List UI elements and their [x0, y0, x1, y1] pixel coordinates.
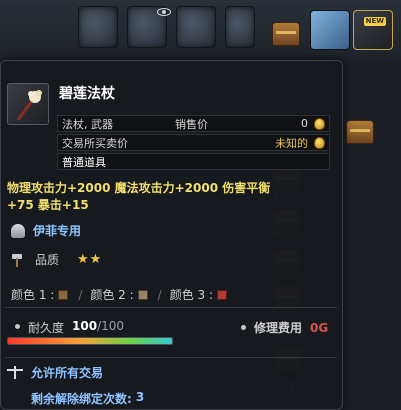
item-grade-row: 普通道具: [57, 153, 330, 170]
item-grade: 普通道具: [62, 155, 106, 169]
staff-icon: [7, 83, 49, 125]
divider: [5, 307, 337, 308]
trade-label: 允许所有交易: [31, 366, 104, 380]
color3-label: 颜色 3 :: [169, 288, 214, 302]
inventory-slot[interactable]: [78, 6, 118, 48]
color1-label: 颜色 1 :: [11, 288, 55, 302]
exclusive-label: 伊菲专用: [33, 224, 82, 238]
color2-swatch: [137, 289, 148, 300]
dye-colors-row: 颜色 1 : / 颜色 2 : / 颜色 3 :: [11, 286, 237, 303]
durability-bar: [7, 337, 173, 345]
gold-coin-icon: [314, 117, 325, 130]
color3-swatch: [217, 289, 228, 300]
color1-swatch: [58, 289, 69, 300]
divider: [5, 357, 337, 358]
separator: /: [157, 287, 162, 302]
unbind-value: 3: [135, 390, 145, 404]
item-type-row: 法杖, 武器 销售价 0: [57, 115, 330, 132]
exchange-price-label: 交易所买卖价: [62, 136, 128, 150]
quality-row: 品质 ★★: [11, 251, 102, 268]
unbind-label: 剩余解除绑定次数:: [31, 392, 132, 406]
durability-bar-fill: [8, 338, 172, 344]
durability-amount: 100/100: [72, 319, 124, 336]
item-name: 碧莲法杖: [59, 86, 115, 102]
durability-max: /100: [97, 319, 125, 333]
new-badge: NEW: [363, 17, 386, 26]
item-tooltip: 碧莲法杖 法杖, 武器 销售价 0 交易所买卖价 未知的 普通道具 物理攻击力+…: [0, 60, 343, 410]
chest-icon[interactable]: [272, 22, 300, 46]
helmet-icon: [11, 223, 25, 238]
chest-icon[interactable]: [346, 120, 374, 144]
quality-stars: ★★: [77, 252, 103, 267]
sell-price-value: 0: [301, 117, 308, 130]
item-type: 法杖, 武器: [62, 117, 113, 131]
hammer-icon: [11, 253, 27, 267]
inventory-slot[interactable]: [176, 6, 216, 48]
repair-cost-label: 修理费用: [254, 321, 303, 335]
unbind-row: 剩余解除绑定次数: 3: [31, 390, 144, 407]
bullet-icon: [241, 325, 246, 330]
color2-label: 颜色 2 :: [90, 288, 134, 302]
scale-icon: [7, 365, 23, 380]
quality-label: 品质: [35, 253, 60, 267]
gold-coin-icon: [314, 136, 325, 149]
durability-row: 耐久度 100/100: [15, 319, 124, 336]
inventory-slot[interactable]: [225, 6, 255, 48]
eye-icon[interactable]: [157, 8, 171, 16]
repair-cost-value: 0G: [310, 320, 329, 335]
griffin-portrait[interactable]: [310, 10, 350, 50]
stats-line: 物理攻击力+2000 魔法攻击力+2000 伤害平衡: [7, 181, 271, 195]
trade-row: 允许所有交易: [7, 364, 103, 381]
staff-portrait[interactable]: NEW: [353, 10, 393, 50]
separator: /: [78, 287, 83, 302]
bullet-icon: [15, 324, 20, 329]
exchange-price-value: 未知的: [275, 136, 308, 150]
stats-line: +75 暴击+15: [7, 198, 89, 212]
repair-cost-row: 修理费用 0G: [241, 319, 328, 336]
sell-price-label: 销售价: [175, 117, 208, 131]
item-stats: 物理攻击力+2000 魔法攻击力+2000 伤害平衡 +75 暴击+15: [7, 180, 327, 214]
exclusive-row: 伊菲专用: [11, 222, 81, 239]
durability-value: 100: [72, 319, 98, 333]
exchange-price-row: 交易所买卖价 未知的: [57, 134, 330, 151]
durability-label: 耐久度: [28, 321, 65, 335]
